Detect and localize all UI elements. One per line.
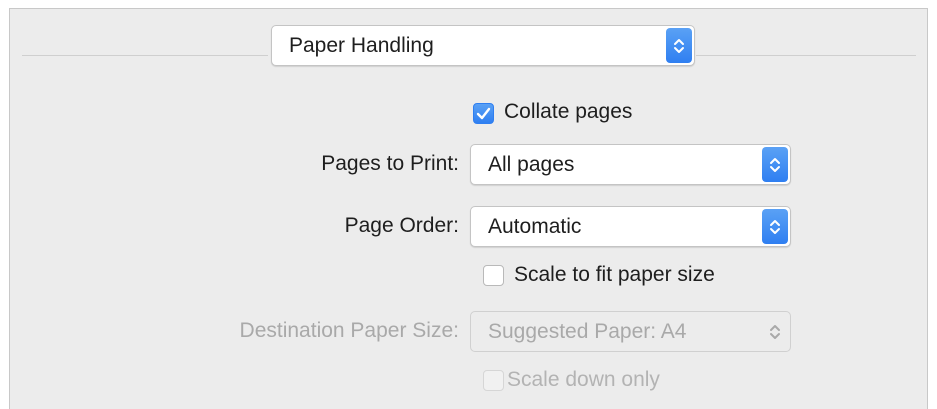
destination-paper-size-popup[interactable]: Suggested Paper: A4	[470, 311, 791, 352]
up-down-chevron-icon	[762, 147, 788, 182]
destination-paper-size-label: Destination Paper Size:	[239, 319, 459, 342]
separator-line-right	[696, 55, 916, 56]
pages-to-print-popup[interactable]: All pages	[470, 144, 791, 185]
page-order-popup[interactable]: Automatic	[470, 206, 791, 247]
destination-paper-size-value: Suggested Paper: A4	[488, 319, 687, 343]
separator-line-left	[22, 55, 268, 56]
section-selector-value: Paper Handling	[289, 33, 434, 57]
page-order-value: Automatic	[488, 214, 582, 238]
checkmark-icon	[476, 107, 491, 120]
print-options-panel: Paper Handling Collate pages Pages to Pr…	[9, 8, 928, 409]
section-selector-popup[interactable]: Paper Handling	[271, 25, 695, 66]
scale-to-fit-label: Scale to fit paper size	[514, 263, 715, 286]
up-down-chevron-icon	[762, 314, 788, 349]
scale-to-fit-checkbox[interactable]	[483, 265, 504, 286]
collate-pages-checkbox[interactable]	[473, 103, 494, 124]
page-order-label: Page Order:	[344, 214, 459, 237]
collate-pages-label: Collate pages	[504, 100, 633, 123]
up-down-chevron-icon	[666, 28, 692, 63]
scale-down-only-label: Scale down only	[507, 368, 660, 391]
pages-to-print-value: All pages	[488, 152, 575, 176]
scale-down-only-checkbox[interactable]	[483, 370, 504, 391]
up-down-chevron-icon	[762, 209, 788, 244]
pages-to-print-label: Pages to Print:	[321, 152, 459, 175]
